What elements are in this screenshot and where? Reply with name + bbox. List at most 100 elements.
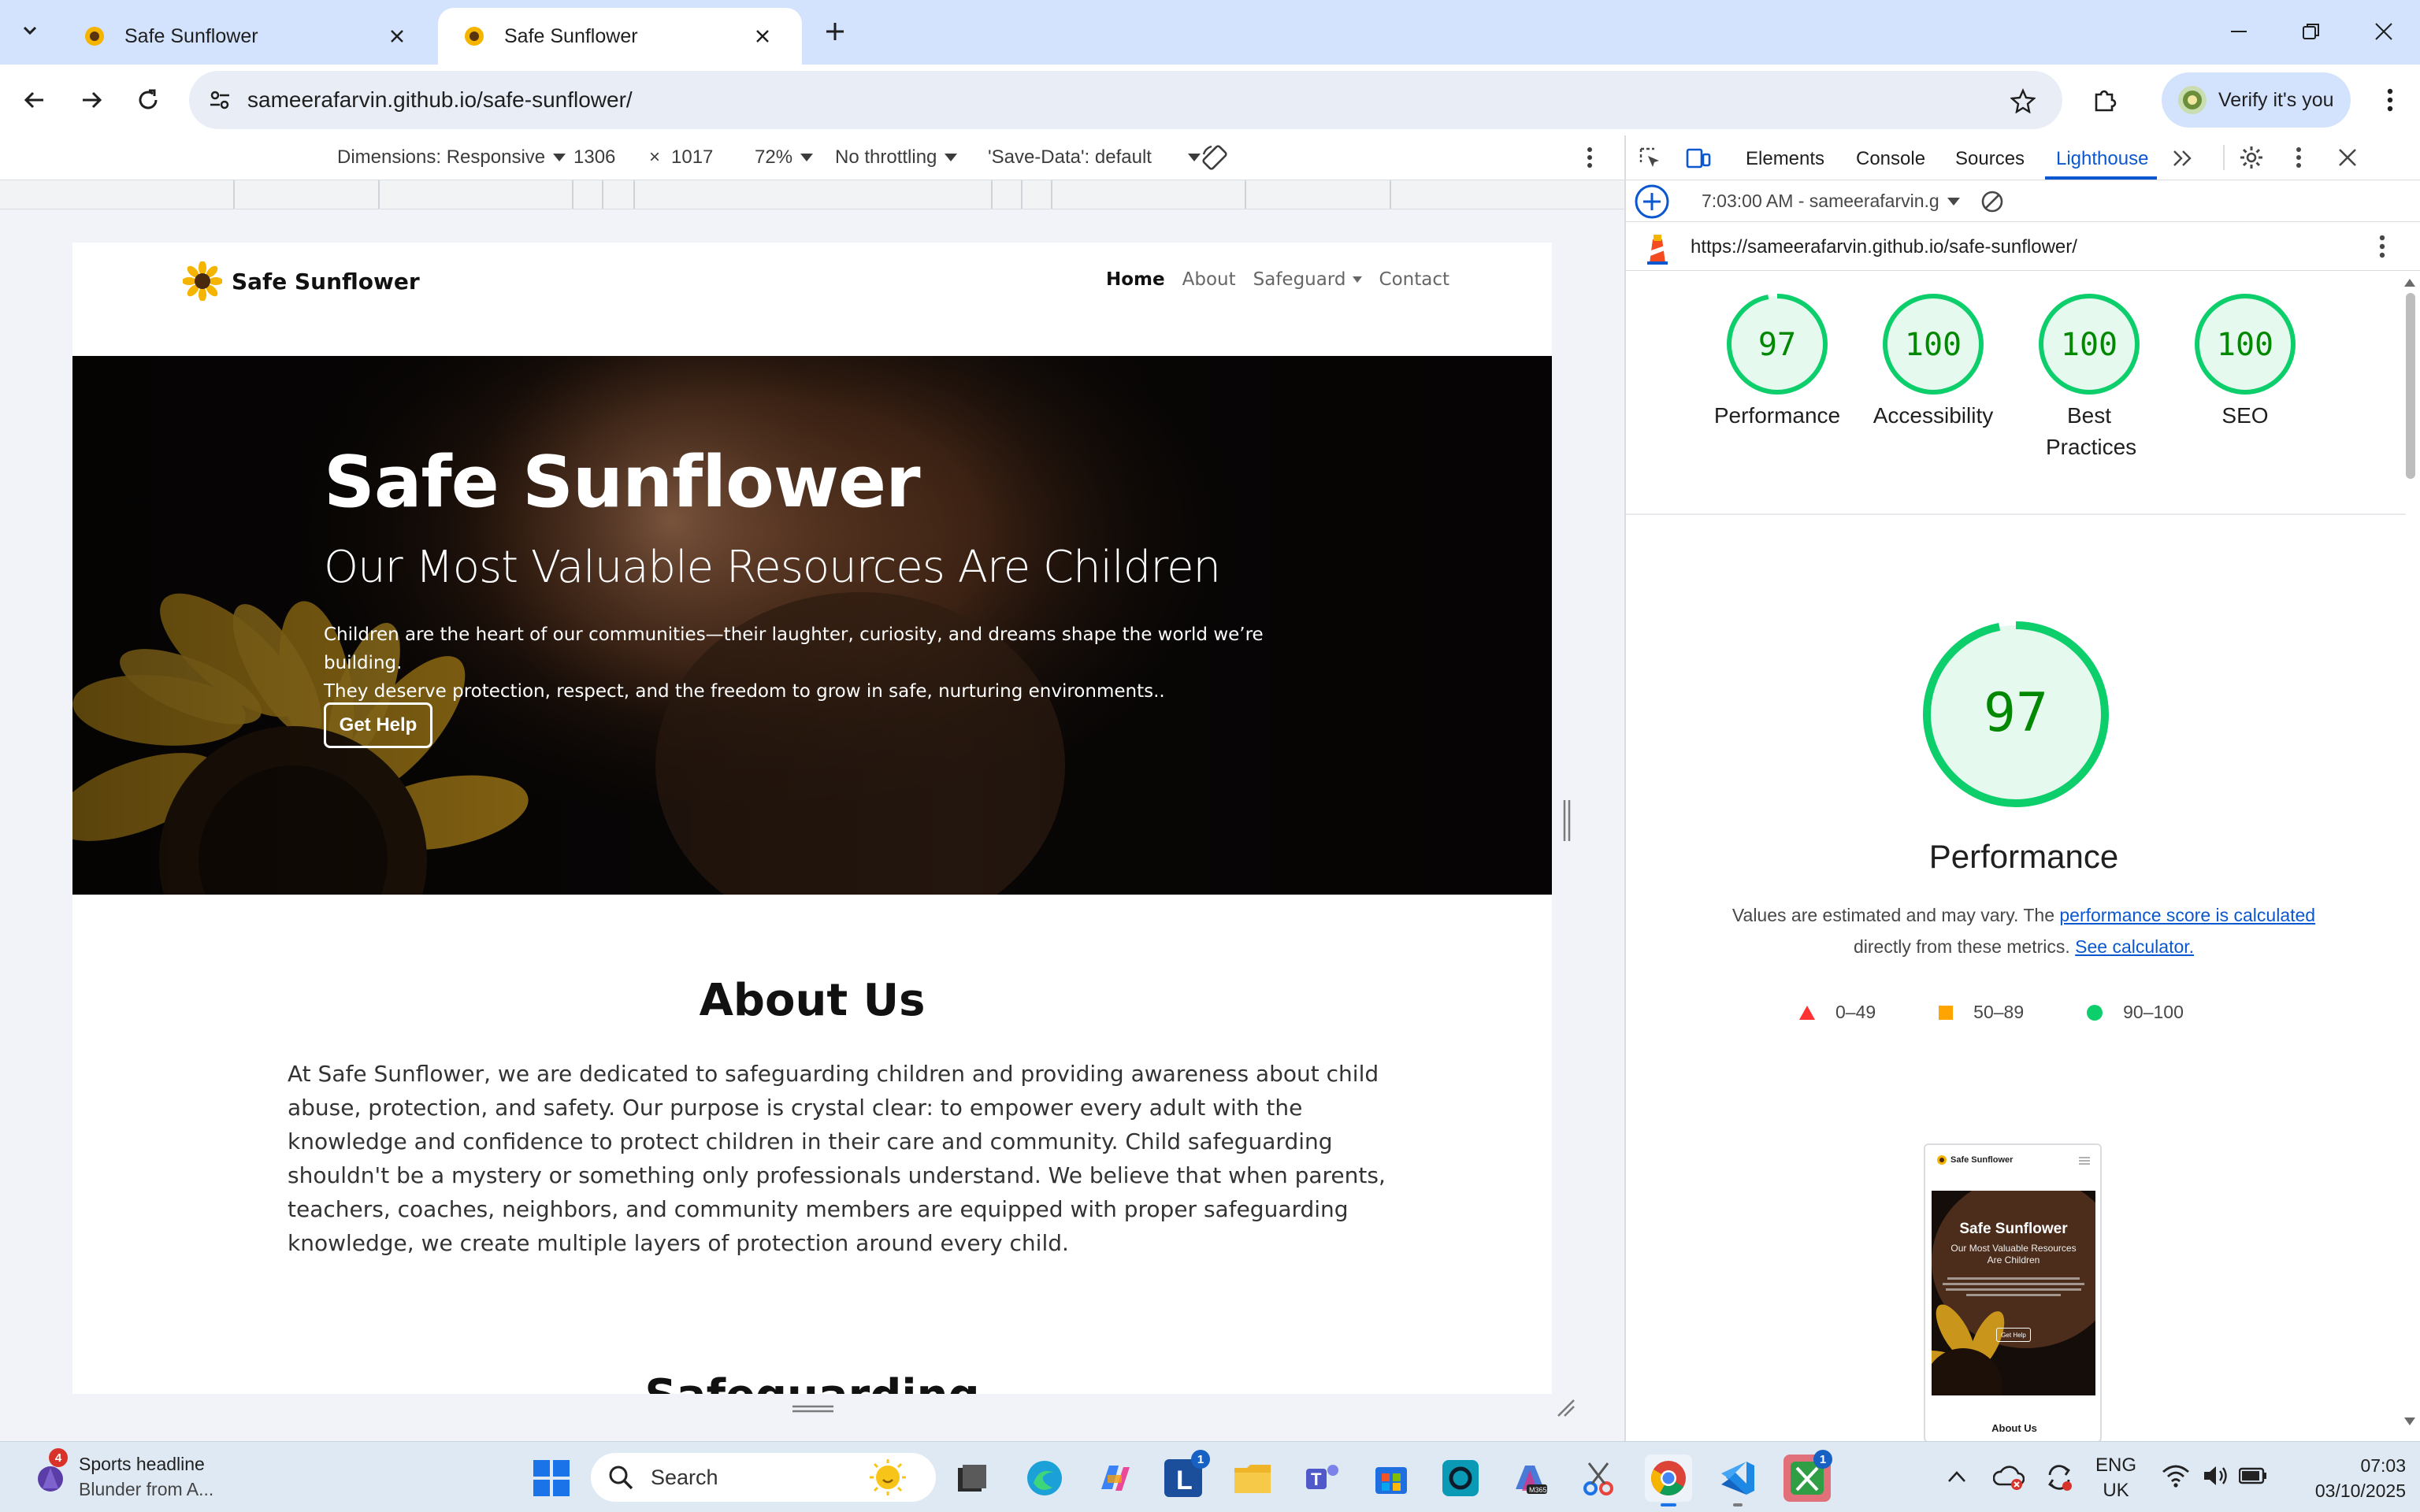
nav-home[interactable]: Home: [1106, 269, 1165, 290]
scroll-down-icon[interactable]: [2404, 1418, 2415, 1425]
reload-button[interactable]: [123, 75, 173, 125]
speaker-icon[interactable]: [2203, 1464, 2229, 1488]
snipping-tool-app[interactable]: [1576, 1455, 1623, 1502]
restore-button[interactable]: [2275, 0, 2348, 63]
score-calculated-link[interactable]: performance score is calculated: [2059, 905, 2315, 925]
thumb-hero: Safe Sunflower Our Most Valuable Resourc…: [1932, 1191, 2095, 1395]
chrome-icon: [1651, 1461, 1686, 1495]
battery-icon[interactable]: [2239, 1467, 2267, 1484]
clear-reports-icon[interactable]: [1980, 190, 2004, 213]
dimensions-dropdown[interactable]: Dimensions: Responsive: [337, 146, 566, 169]
hero-description-line-1: Children are the heart of our communitie…: [324, 624, 1264, 673]
device-options-icon[interactable]: [1587, 146, 1593, 169]
chevron-up-icon[interactable]: [1947, 1470, 1966, 1483]
page-screenshot-thumbnail[interactable]: Safe Sunflower Safe Sunflower Our Most V…: [1924, 1143, 2102, 1443]
tab-title: Safe Sunflower: [124, 24, 258, 47]
store-app[interactable]: [1368, 1455, 1415, 1502]
score-ring: 100: [2039, 294, 2140, 395]
svg-text:M365: M365: [1529, 1486, 1547, 1494]
close-tab-icon[interactable]: [748, 22, 777, 50]
taskbar-search[interactable]: Search: [591, 1453, 936, 1502]
inspect-element-icon[interactable]: [1639, 146, 1662, 170]
new-tab-button[interactable]: [810, 6, 860, 57]
note-text-1: Values are estimated and may vary. The: [1731, 905, 2060, 925]
throttling-dropdown[interactable]: No throttling: [835, 146, 958, 169]
extensions-button[interactable]: [2080, 75, 2130, 125]
tab-elements[interactable]: Elements: [1746, 148, 1824, 170]
scroll-up-icon[interactable]: [2404, 279, 2415, 287]
cortana-app[interactable]: [1437, 1455, 1484, 1502]
forward-button[interactable]: [66, 75, 117, 125]
performance-main-gauge[interactable]: 97: [1917, 616, 2114, 813]
news-title: Sports headline: [79, 1454, 205, 1474]
settings-gear-icon[interactable]: [2239, 145, 2264, 170]
more-tabs-icon[interactable]: [2173, 150, 2193, 167]
close-tab-icon[interactable]: [383, 22, 411, 50]
minimize-icon: [2231, 31, 2247, 32]
cloud-error-icon[interactable]: [1993, 1462, 2025, 1491]
caret-down-icon: [800, 154, 814, 161]
bookmark-star-icon[interactable]: [2010, 88, 2036, 113]
width-input[interactable]: 1306: [569, 143, 643, 172]
m365-app[interactable]: M365: [1506, 1455, 1553, 1502]
chrome-app[interactable]: [1645, 1455, 1692, 1506]
device-toggle-icon[interactable]: [1686, 146, 1711, 170]
score-gauge-performance[interactable]: 97 Performance: [1702, 293, 1852, 432]
report-url[interactable]: https://sameerafarvin.github.io/safe-sun…: [1691, 236, 2077, 258]
address-bar[interactable]: sameerafarvin.github.io/safe-sunflower/: [189, 71, 2062, 129]
score-gauge-seo[interactable]: 100 SEO: [2170, 293, 2320, 432]
start-button[interactable]: [528, 1455, 575, 1502]
rotate-icon[interactable]: [1201, 143, 1229, 172]
clock[interactable]: 07:03 03/10/2025: [2288, 1453, 2406, 1503]
profile-verify-button[interactable]: Verify it's you: [2162, 72, 2351, 128]
back-button[interactable]: [9, 75, 60, 125]
l-app[interactable]: L1: [1160, 1450, 1210, 1502]
report-selector-label: 7:03:00 AM - sameerafarvin.g: [1702, 191, 1939, 211]
score-gauge-best-practices[interactable]: 100 Best Practices: [2014, 293, 2164, 463]
nav-safeguard[interactable]: Safeguard: [1253, 269, 1362, 290]
nav-about[interactable]: About: [1182, 269, 1236, 290]
nav-contact[interactable]: Contact: [1379, 269, 1449, 290]
edge-app[interactable]: [1021, 1455, 1068, 1502]
tab-console[interactable]: Console: [1856, 148, 1925, 170]
tab-lighthouse[interactable]: Lighthouse: [2056, 148, 2148, 170]
task-view-button[interactable]: [948, 1455, 996, 1502]
teams-app[interactable]: T: [1298, 1455, 1345, 1502]
resize-handle-right-icon[interactable]: [1563, 799, 1571, 843]
browser-menu-button[interactable]: [2365, 75, 2415, 125]
xbox-app[interactable]: 1: [1783, 1450, 1832, 1502]
site-info-icon[interactable]: [208, 88, 232, 112]
wifi-icon[interactable]: [2162, 1464, 2190, 1488]
devtools-scrollbar[interactable]: [2401, 276, 2418, 1441]
close-devtools-icon[interactable]: [2338, 148, 2357, 167]
copilot-app[interactable]: [1090, 1455, 1138, 1502]
get-help-button[interactable]: Get Help: [324, 702, 432, 748]
resize-corner-icon[interactable]: [1557, 1399, 1576, 1418]
height-input[interactable]: 1017: [666, 143, 740, 172]
close-window-button[interactable]: [2348, 0, 2420, 63]
site-brand[interactable]: Safe Sunflower: [183, 261, 420, 301]
tab-2-active[interactable]: Safe Sunflower: [438, 8, 802, 65]
language-indicator[interactable]: ENG UK: [2095, 1453, 2136, 1503]
devtools-menu-icon[interactable]: [2296, 146, 2302, 169]
tab-search-button[interactable]: [6, 6, 54, 54]
save-data-dropdown[interactable]: 'Save-Data': default: [988, 146, 1201, 169]
resize-handle-bottom-icon[interactable]: [791, 1405, 835, 1413]
zoom-dropdown[interactable]: 72%: [755, 146, 814, 169]
news-subtitle: Blunder from A...: [79, 1479, 214, 1499]
tab-1[interactable]: Safe Sunflower: [58, 8, 436, 65]
file-explorer-app[interactable]: [1229, 1455, 1276, 1502]
new-report-plus-icon[interactable]: [1634, 183, 1670, 220]
sync-icon[interactable]: [2043, 1462, 2075, 1492]
see-calculator-link[interactable]: See calculator.: [2075, 936, 2194, 957]
tab-sources[interactable]: Sources: [1955, 148, 2025, 170]
media-query-ruler[interactable]: [0, 180, 1624, 209]
minimize-button[interactable]: [2203, 0, 2275, 63]
clock-time: 07:03: [2360, 1455, 2406, 1476]
news-widget[interactable]: 4 Sports headline Blunder from A...: [32, 1448, 214, 1502]
score-gauge-accessibility[interactable]: 100 Accessibility: [1858, 293, 2008, 432]
report-selector[interactable]: 7:03:00 AM - sameerafarvin.g: [1702, 191, 1960, 212]
scrollbar-thumb[interactable]: [2406, 293, 2415, 479]
report-menu-icon[interactable]: [2379, 235, 2385, 258]
vscode-app[interactable]: [1714, 1455, 1761, 1506]
